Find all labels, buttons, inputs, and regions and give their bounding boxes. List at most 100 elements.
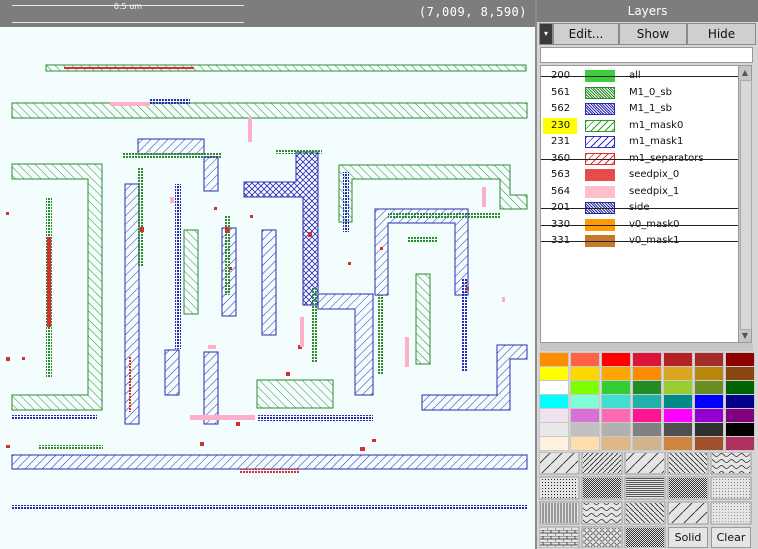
color-swatch[interactable] [601,352,631,367]
layer-swatch[interactable] [585,86,615,99]
shape-green-small-h [408,237,438,242]
layer-filter-input[interactable] [540,47,753,63]
edit-button[interactable]: Edit... [553,23,619,45]
color-swatch[interactable] [725,422,755,437]
color-swatch[interactable] [694,422,724,437]
layer-list-scrollbar[interactable]: ▲ ▼ [738,65,752,343]
color-swatch[interactable] [570,408,600,423]
color-swatch[interactable] [539,380,569,395]
layer-row[interactable]: 561 M1_0_sb [541,85,738,101]
scale-bar: 0.5 um [12,2,244,23]
layer-number: 563 [551,169,571,180]
color-swatch[interactable] [632,422,662,437]
layer-row[interactable]: 563 seedpix_0 [541,167,738,183]
solid-pattern-button[interactable]: Solid [668,527,708,548]
scroll-down-icon[interactable]: ▼ [740,330,750,341]
layer-row[interactable]: 564 seedpix_1 [541,184,738,200]
layer-list[interactable]: 200all 561 M1_0_sb 562 M1_1_sb 230 m1_mask0 231… [540,65,739,343]
layer-row[interactable]: 230 m1_mask0 [541,117,738,134]
color-swatch[interactable] [725,352,755,367]
color-swatch[interactable] [539,352,569,367]
color-swatch[interactable] [632,366,662,381]
layer-swatch[interactable] [585,119,615,132]
shape-blue-vbar-8 [462,279,468,371]
shape-blue-long-bottom [11,454,528,470]
layout-canvas[interactable]: 0.5 um (7,009, 8,590) [0,0,537,549]
color-swatch[interactable] [694,436,724,451]
color-swatch[interactable] [694,380,724,395]
color-swatch[interactable] [632,408,662,423]
shape-blue-vbar-7 [343,172,349,232]
color-swatch[interactable] [725,380,755,395]
layer-swatch[interactable] [585,103,615,115]
layers-panel: Layers ▾ Edit... Show Hide 200all 561 M1_0… [537,0,758,549]
color-swatch[interactable] [632,352,662,367]
color-swatch[interactable] [601,366,631,381]
shape-blue-vbar-6 [203,351,219,425]
color-swatch[interactable] [694,408,724,423]
color-swatch[interactable] [725,394,755,409]
shape-green-vbar-2 [312,287,318,362]
color-swatch[interactable] [663,422,693,437]
layer-name: seedpix_1 [629,185,680,197]
shape-pink-hbar [190,415,255,420]
hidden-strike [541,76,738,77]
layer-swatch[interactable] [585,185,615,198]
color-swatch[interactable] [663,380,693,395]
color-swatch[interactable] [570,394,600,409]
show-button[interactable]: Show [619,23,687,45]
layer-swatch[interactable] [585,169,615,181]
layer-name: m1_mask1 [629,136,684,147]
layer-number: 562 [551,103,571,114]
color-swatch[interactable] [539,408,569,423]
layer-number: 561 [551,86,571,98]
hidden-strike [541,241,738,242]
color-swatch[interactable] [570,436,600,451]
hidden-strike [541,224,738,226]
shape-blue-vbar-5 [164,349,180,396]
color-swatch[interactable] [632,436,662,451]
color-swatch[interactable] [725,366,755,381]
scroll-up-icon[interactable]: ▲ [740,67,750,78]
color-swatch[interactable] [601,436,631,451]
color-swatch[interactable] [694,394,724,409]
scroll-thumb[interactable] [740,80,752,330]
color-swatch[interactable] [663,352,693,367]
color-swatch[interactable] [539,366,569,381]
layer-row[interactable]: 200all [541,68,738,84]
color-swatch[interactable] [725,436,755,451]
color-swatch[interactable] [632,380,662,395]
layer-row[interactable]: 360m1_separators [541,151,738,167]
color-swatch[interactable] [601,408,631,423]
color-swatch[interactable] [694,352,724,367]
color-swatch[interactable] [570,366,600,381]
color-swatch[interactable] [694,366,724,381]
layer-row[interactable]: 331v0_mask1 [541,233,738,249]
color-swatch[interactable] [601,394,631,409]
layer-row[interactable]: 231 m1_mask1 [541,134,738,150]
layer-row[interactable]: 330v0_mask0 [541,217,738,233]
layer-swatch[interactable] [585,136,615,148]
color-swatch[interactable] [539,422,569,437]
menu-arrow-button[interactable]: ▾ [539,23,553,45]
color-swatch[interactable] [725,408,755,423]
color-swatch[interactable] [632,394,662,409]
layer-row[interactable]: 201side [541,200,738,216]
shape-blue-vbar-2 [175,184,181,349]
color-swatch[interactable] [570,352,600,367]
hide-button[interactable]: Hide [687,23,756,45]
color-swatch[interactable] [601,422,631,437]
color-swatch[interactable] [539,436,569,451]
color-swatch[interactable] [570,422,600,437]
horizontal-scrollbar[interactable] [540,343,753,351]
layout-drawing[interactable] [0,27,537,549]
clear-pattern-button[interactable]: Clear [711,527,751,548]
color-swatch[interactable] [539,394,569,409]
color-swatch[interactable] [663,408,693,423]
color-swatch[interactable] [663,394,693,409]
color-swatch[interactable] [601,380,631,395]
layer-row[interactable]: 562 M1_1_sb [541,101,738,117]
color-swatch[interactable] [663,436,693,451]
color-swatch[interactable] [663,366,693,381]
color-swatch[interactable] [570,380,600,395]
